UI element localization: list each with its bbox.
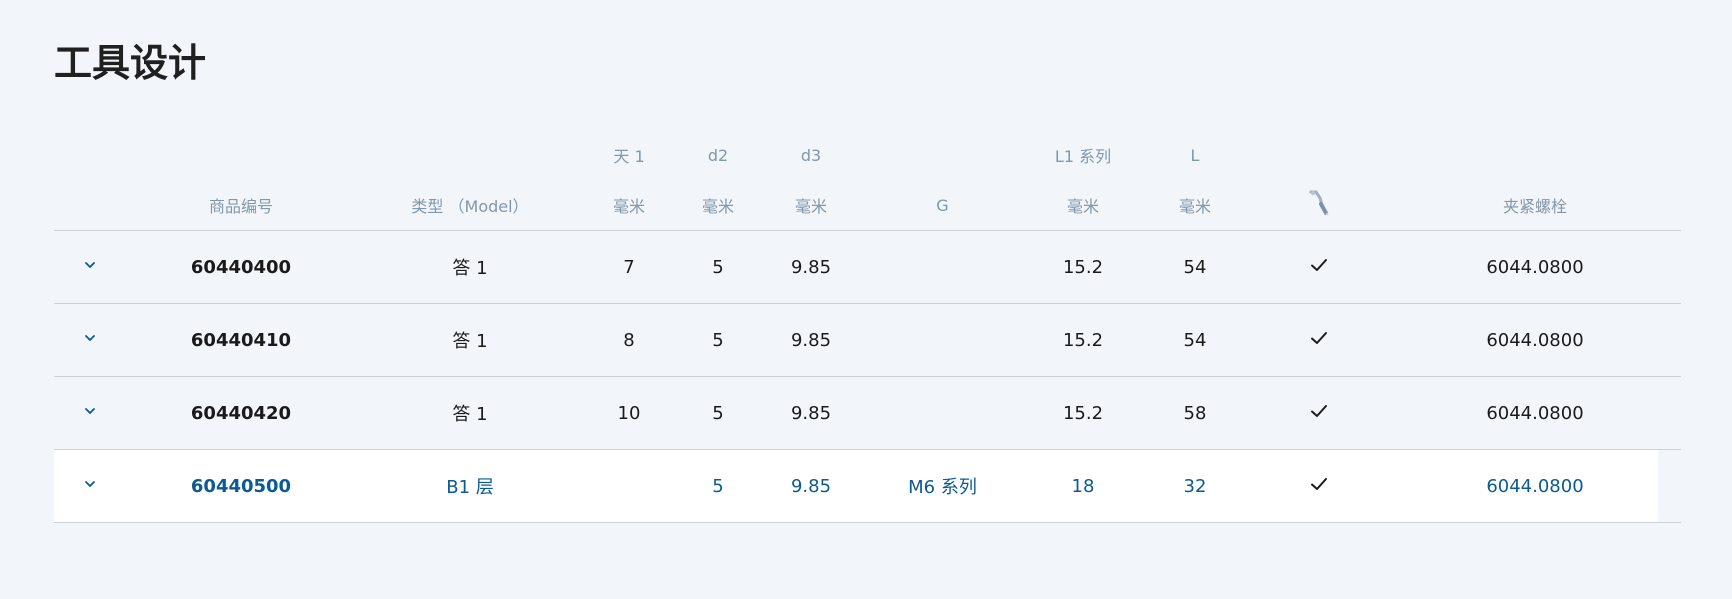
- header-d3-unit: 毫米: [762, 180, 860, 231]
- tool-table: 天 1 d2 d3 L1 系列 L 商品编号 类型 （Model） 毫米 毫米 …: [54, 130, 1681, 523]
- d2-cell: 5: [674, 230, 762, 304]
- coolant-cell: [1249, 303, 1389, 377]
- chevron-down-icon[interactable]: [82, 330, 98, 346]
- l-cell: 54: [1141, 303, 1249, 377]
- g-cell: M6 系列: [860, 449, 1025, 523]
- coolant-icon: [1307, 189, 1331, 217]
- header-row-labels: 商品编号 类型 （Model） 毫米 毫米 毫米 G 毫米 毫米 夹紧螺栓: [54, 180, 1681, 231]
- type-cell: 答 1: [356, 376, 584, 450]
- chevron-down-icon[interactable]: [82, 476, 98, 492]
- header-d1-unit: 毫米: [584, 180, 674, 231]
- coolant-cell: [1249, 449, 1389, 523]
- article-number-cell: 60440420: [126, 376, 356, 450]
- l-cell: 58: [1141, 376, 1249, 450]
- l-cell: 54: [1141, 230, 1249, 304]
- d3-cell: 9.85: [762, 449, 860, 523]
- expand-cell: [54, 449, 126, 523]
- d3-cell: 9.85: [762, 376, 860, 450]
- coolant-cell: [1249, 230, 1389, 304]
- expand-cell: [54, 230, 126, 304]
- header-spacer: [54, 130, 126, 180]
- l1-cell: 15.2: [1025, 376, 1141, 450]
- checkmark-icon: [1309, 474, 1329, 494]
- l-cell: 32: [1141, 449, 1249, 523]
- clamping-bolt-cell: 6044.0800: [1389, 230, 1681, 304]
- clamping-bolt-cell: 6044.0800: [1389, 376, 1681, 450]
- type-cell: 答 1: [356, 230, 584, 304]
- page-title: 工具设计: [54, 41, 207, 85]
- header-d2-unit: 毫米: [674, 180, 762, 231]
- checkmark-icon: [1309, 255, 1329, 275]
- table-row[interactable]: 60440410 答 1 8 5 9.85 15.2 54 6044.0800: [54, 303, 1681, 377]
- header-l-unit: 毫米: [1141, 180, 1249, 231]
- g-cell: [860, 376, 1025, 450]
- table-row[interactable]: 60440400 答 1 7 5 9.85 15.2 54 6044.0800: [54, 230, 1681, 304]
- chevron-down-icon[interactable]: [82, 403, 98, 419]
- expand-cell: [54, 303, 126, 377]
- header-g: G: [860, 180, 1025, 231]
- header-coolant: [1249, 180, 1389, 231]
- article-number-cell: 60440400: [126, 230, 356, 304]
- clamping-bolt-cell: 6044.0800: [1389, 303, 1681, 377]
- d3-cell: 9.85: [762, 230, 860, 304]
- d2-cell: 5: [674, 303, 762, 377]
- l1-cell: 15.2: [1025, 303, 1141, 377]
- d2-cell: 5: [674, 376, 762, 450]
- table-row[interactable]: 60440500 B1 层 5 9.85 M6 系列 18 32 6044.0800: [54, 449, 1681, 523]
- d3-cell: 9.85: [762, 303, 860, 377]
- d1-cell: 10: [584, 376, 674, 450]
- article-number-cell: 60440410: [126, 303, 356, 377]
- header-article-number: 商品编号: [126, 180, 356, 231]
- header-spacer: [126, 130, 356, 180]
- expand-cell: [54, 376, 126, 450]
- header-d1-symbol: 天 1: [613, 147, 645, 166]
- l1-cell: 15.2: [1025, 230, 1141, 304]
- header-clamping-bolt: 夹紧螺栓: [1389, 180, 1681, 231]
- g-cell: [860, 303, 1025, 377]
- header-l1-unit: 毫米: [1025, 180, 1141, 231]
- coolant-cell: [1249, 376, 1389, 450]
- d1-cell: [584, 449, 674, 523]
- table-row[interactable]: 60440420 答 1 10 5 9.85 15.2 58 6044.0800: [54, 376, 1681, 450]
- header-spacer: [1389, 130, 1681, 180]
- header-spacer: [1249, 130, 1389, 180]
- header-spacer: [860, 130, 1025, 180]
- g-cell: [860, 230, 1025, 304]
- header-spacer: [356, 130, 584, 180]
- article-number-cell: 60440500: [126, 449, 356, 523]
- header-row-symbols: 天 1 d2 d3 L1 系列 L: [54, 130, 1681, 180]
- header-l1-symbol: L1 系列: [1054, 147, 1112, 166]
- d2-cell: 5: [674, 449, 762, 523]
- table-body: 60440400 答 1 7 5 9.85 15.2 54 6044.0800 60440410…: [54, 230, 1681, 523]
- header-l-symbol: L: [1190, 145, 1200, 165]
- chevron-down-icon[interactable]: [82, 257, 98, 273]
- header-type: 类型 （Model）: [356, 180, 584, 231]
- header-expand: [54, 180, 126, 231]
- d1-cell: 7: [584, 230, 674, 304]
- header-d3-symbol: d3: [800, 145, 822, 165]
- l1-cell: 18: [1025, 449, 1141, 523]
- checkmark-icon: [1309, 401, 1329, 421]
- clamping-bolt-cell: 6044.0800: [1389, 449, 1681, 523]
- checkmark-icon: [1309, 328, 1329, 348]
- d1-cell: 8: [584, 303, 674, 377]
- type-cell: B1 层: [356, 449, 584, 523]
- header-d2-symbol: d2: [707, 145, 729, 165]
- type-cell: 答 1: [356, 303, 584, 377]
